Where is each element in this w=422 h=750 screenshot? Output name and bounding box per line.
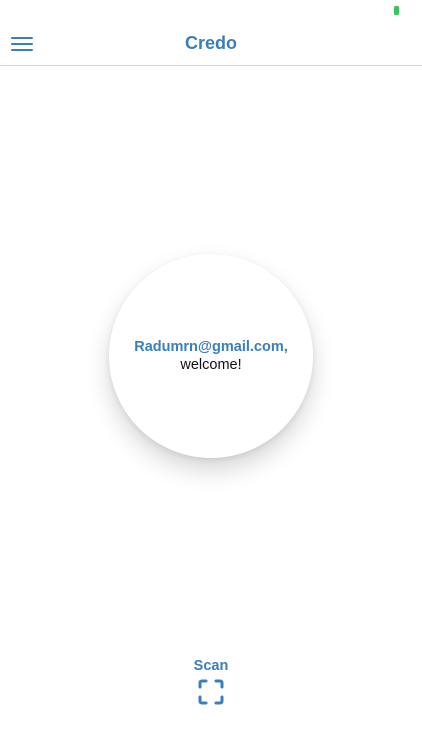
page-title: Credo [184, 33, 237, 53]
status-bar [0, 0, 422, 22]
scan-button[interactable]: Scan [171, 656, 251, 706]
scan-label: Scan [193, 658, 229, 674]
welcome-message: welcome! [180, 357, 242, 373]
scan-frame-icon [198, 679, 224, 705]
welcome-card: Radumrn@gmail.com, welcome! [109, 254, 313, 458]
app-screen: Credo Radumrn@gmail.com, welcome! Scan [0, 0, 422, 750]
user-email: Radumrn@gmail.com, [134, 339, 288, 355]
battery-icon [394, 6, 399, 15]
navigation-bar: Credo [0, 22, 422, 66]
